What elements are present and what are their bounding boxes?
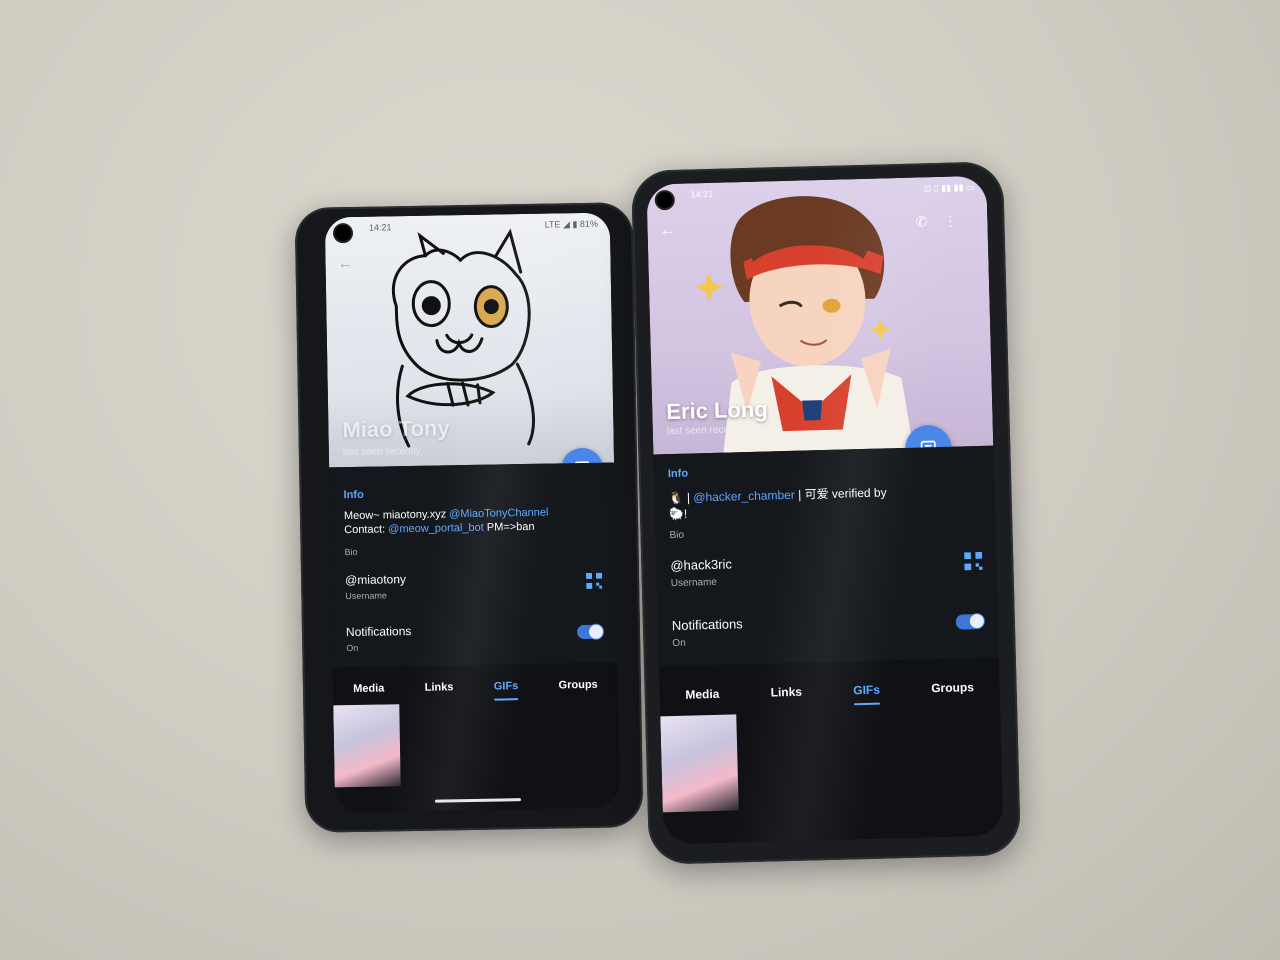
qr-code-icon[interactable] <box>964 551 983 571</box>
status-indicators: LTE ◢ ▮ 81% <box>544 218 598 230</box>
media-tabs: Media Links GIFs Groups <box>659 676 999 707</box>
tab-links[interactable]: Links <box>770 681 802 704</box>
profile-photo-anime: 14:21 ⊡ ▯ ▮▮ ▮▮ ▭ ← ✆⋮ Eric Long last se… <box>646 175 994 455</box>
qr-code-icon[interactable] <box>585 572 603 589</box>
status-time: 14:21 <box>690 188 714 200</box>
tab-gifs[interactable]: GIFs <box>494 676 519 696</box>
back-arrow-icon[interactable]: ← <box>337 255 353 273</box>
last-seen: last seen recently <box>666 424 745 438</box>
header-actions: ✆⋮ <box>915 212 973 231</box>
bio-caption: Bio <box>344 546 358 558</box>
bio-text: 🐧 | @hacker_chamber | 可爱 verified by 🐑! <box>668 485 887 522</box>
tab-links[interactable]: Links <box>425 677 454 697</box>
profile-photo-cat: 14:21 LTE ◢ ▮ 81% ← Miao Tony last seen … <box>324 212 615 468</box>
phone-left: 14:21 LTE ◢ ▮ 81% ← Miao Tony last seen … <box>294 202 644 833</box>
username-caption: Username <box>345 590 387 602</box>
bot-link[interactable]: @meow_portal_bot <box>388 522 484 536</box>
info-section: Info 🐧 | @hacker_chamber | 可爱 verified b… <box>653 445 999 667</box>
phone-left-screen: 14:21 LTE ◢ ▮ 81% ← Miao Tony last seen … <box>324 212 621 813</box>
username-caption: Username <box>670 576 718 590</box>
notifications-state: On <box>672 637 686 650</box>
tab-groups[interactable]: Groups <box>931 676 974 699</box>
profile-name: Eric Long <box>665 396 769 425</box>
notifications-toggle[interactable] <box>955 613 985 630</box>
channel-link[interactable]: @MiaoTonyChannel <box>449 507 548 521</box>
notifications-label: Notifications <box>671 616 743 634</box>
status-time: 14:21 <box>368 222 392 233</box>
notifications-toggle[interactable] <box>576 624 604 640</box>
tab-media[interactable]: Media <box>353 679 385 700</box>
gif-thumbnail[interactable] <box>333 704 401 788</box>
last-seen: last seen recently <box>342 445 421 459</box>
username[interactable]: @hack3ric <box>670 556 732 573</box>
phone-right-screen: 14:21 ⊡ ▯ ▮▮ ▮▮ ▭ ← ✆⋮ Eric Long last se… <box>646 175 1004 845</box>
bio-caption: Bio <box>669 529 685 542</box>
gif-thumbnail[interactable] <box>660 714 739 813</box>
tab-groups[interactable]: Groups <box>558 675 598 696</box>
back-arrow-icon[interactable]: ← <box>659 222 675 240</box>
emoji-icon: 🐧 <box>668 490 684 506</box>
info-title: Info <box>667 467 689 481</box>
chamber-link[interactable]: @hacker_chamber <box>693 488 795 505</box>
media-tabs: Media Links GIFs Groups <box>333 674 618 699</box>
status-indicators: ⊡ ▯ ▮▮ ▮▮ ▭ <box>923 182 975 194</box>
username[interactable]: @miaotony <box>345 572 406 587</box>
info-title: Info <box>343 488 364 502</box>
tab-gifs[interactable]: GIFs <box>853 679 880 702</box>
phone-icon[interactable]: ✆ <box>915 213 943 230</box>
notifications-state: On <box>346 642 359 654</box>
info-section: Info Meow~ miaotony.xyz @MiaoTonyChannel… <box>329 462 618 668</box>
phone-right: 14:21 ⊡ ▯ ▮▮ ▮▮ ▭ ← ✆⋮ Eric Long last se… <box>630 161 1022 865</box>
more-options-icon[interactable]: ⋮ <box>943 212 973 229</box>
emoji-icon: 🐑 <box>668 506 685 522</box>
tab-media[interactable]: Media <box>685 683 720 706</box>
notifications-label: Notifications <box>345 624 412 640</box>
home-indicator[interactable] <box>434 798 521 803</box>
profile-name: Miao Tony <box>342 415 450 443</box>
bio-text: Meow~ miaotony.xyz @MiaoTonyChannel Cont… <box>343 506 549 537</box>
